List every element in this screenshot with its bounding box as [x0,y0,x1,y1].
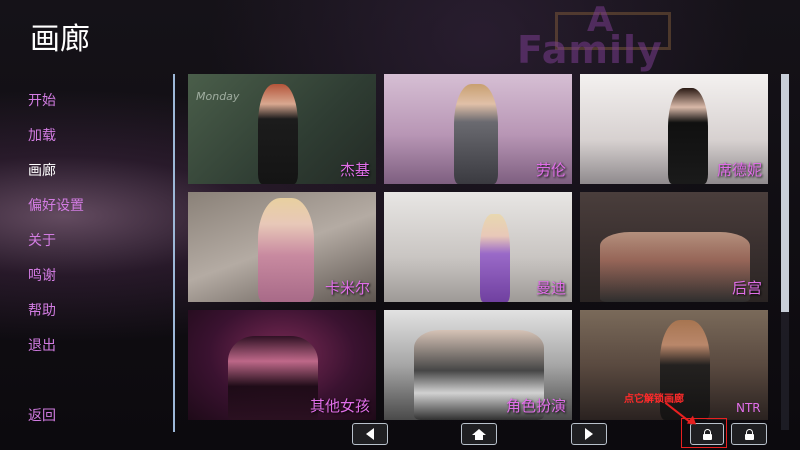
gallery-tile-mandy[interactable]: 曼迪 [384,192,572,302]
character-figure [668,88,708,184]
gallery-scrollbar[interactable] [781,74,789,430]
gallery-tile-jackie[interactable]: Monday 杰基 [188,74,376,184]
gallery-tile-camille[interactable]: 卡米尔 [188,192,376,302]
next-page-button[interactable] [571,423,607,445]
gallery-grid: Monday 杰基 劳伦 席德妮 卡米尔 曼迪 后宫 其他女孩 角色扮演 [188,74,768,422]
tile-label: 后宫 [731,279,762,297]
tile-label: 劳伦 [535,161,566,179]
logo-frame [555,12,671,50]
menu-item-about[interactable]: 关于 [28,232,158,267]
tile-label: 杰基 [339,161,370,179]
logo-word: Family [517,28,663,72]
ntr-lock-button[interactable] [731,423,767,445]
gallery-tile-harem[interactable]: 后宫 [580,192,768,302]
tile-label: 卡米尔 [324,279,370,297]
home-button[interactable] [461,423,497,445]
left-arrow-icon [366,428,374,440]
back-button[interactable]: 返回 [28,405,56,425]
menu-item-gallery[interactable]: 画廊 [28,162,158,197]
character-figure [258,84,298,184]
menu-divider [173,74,175,432]
unlock-highlight-box [681,418,727,448]
tile-label: 席德妮 [716,161,762,179]
character-figure [454,84,498,184]
gallery-tile-roleplay[interactable]: 角色扮演 [384,310,572,420]
character-figure [480,214,510,302]
gallery-tile-sydney[interactable]: 席德妮 [580,74,768,184]
right-arrow-icon [585,428,593,440]
menu-item-help[interactable]: 帮助 [28,302,158,337]
character-figure [600,232,750,302]
scrollbar-thumb[interactable] [781,74,789,312]
character-figure [228,336,318,420]
prev-page-button[interactable] [352,423,388,445]
menu-item-preferences[interactable]: 偏好设置 [28,197,158,232]
chalkboard-text: Monday [196,90,240,103]
menu-item-credits[interactable]: 鸣谢 [28,267,158,302]
tile-label: 其他女孩 [309,397,370,415]
ntr-label: NTR [736,401,761,415]
gallery-tile-other-girls[interactable]: 其他女孩 [188,310,376,420]
lock-icon [744,428,754,440]
main-menu: 开始 加载 画廊 偏好设置 关于 鸣谢 帮助 退出 [28,92,158,372]
gallery-tile-lauren[interactable]: 劳伦 [384,74,572,184]
menu-item-quit[interactable]: 退出 [28,337,158,372]
background-logo: A Family [515,0,695,72]
menu-item-load[interactable]: 加载 [28,127,158,162]
logo-letter: A [587,0,614,40]
home-icon [472,428,486,440]
screen-title: 画廊 [30,22,90,57]
unlock-hint-text: 点它解锁画廊 [624,394,684,405]
character-figure [258,198,314,302]
tile-label: 曼迪 [535,279,566,297]
tile-label: 角色扮演 [505,397,566,415]
menu-item-start[interactable]: 开始 [28,92,158,127]
